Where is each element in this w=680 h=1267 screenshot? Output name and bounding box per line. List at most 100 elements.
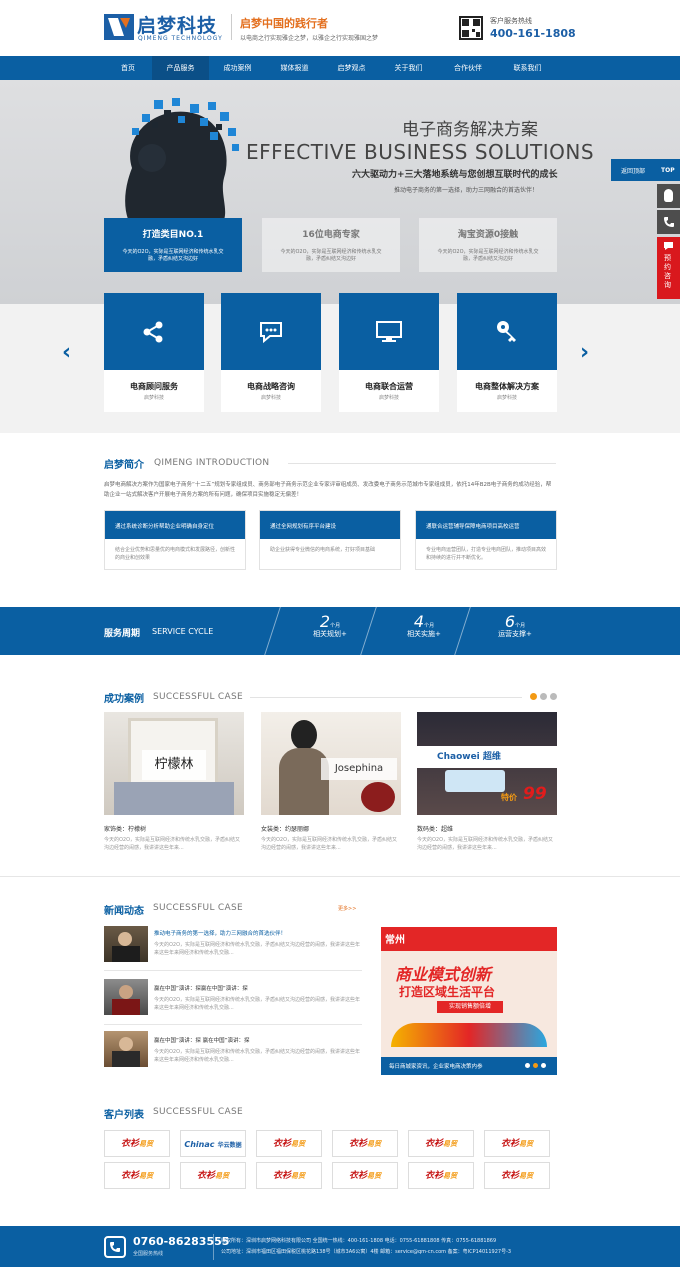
news-item-desc: 今天的O2O，实际是互联网经济和传统水乳交融，矛盾纠结又沟边经营的闹感，我讲讲这…	[154, 942, 361, 956]
news-more-link[interactable]: 更多>>	[338, 905, 356, 912]
hero-title: 电子商务解决方案	[402, 120, 538, 140]
banner-dot[interactable]	[533, 1063, 538, 1068]
client-logo[interactable]: 衣衫易贸	[256, 1130, 322, 1157]
slogan-subtitle: 以电商之行实现雅企之梦，以雅企之行实现雅国之梦	[240, 35, 379, 42]
news-title: 新闻动态	[104, 906, 144, 917]
service-card[interactable]: 电商战略咨询 启梦科技	[221, 293, 321, 412]
news-divider	[104, 1024, 362, 1025]
hero-card[interactable]: 16位电商专家 今天的O2O，实际是互联网经济和传统水乳交融，矛盾纠结又沟边好	[262, 218, 400, 272]
site-footer	[0, 1226, 680, 1267]
client-logo[interactable]: 衣衫易贸	[408, 1162, 474, 1189]
news-thumbnail[interactable]	[104, 926, 148, 962]
news-item-title[interactable]: 推动电子商务的第一选择，助力三网融合的首选伙伴！	[154, 929, 286, 937]
logo-name[interactable]: 启梦科技	[137, 11, 217, 38]
reserve-consult-button[interactable]: 预约咨询	[657, 237, 680, 299]
client-logo[interactable]: 衣衫易贸	[484, 1130, 550, 1157]
case-category[interactable]: 女装类：约瑟丽娜	[261, 824, 309, 833]
prev-arrow-icon[interactable]: ‹	[62, 340, 71, 365]
service-card-banner	[339, 293, 439, 370]
hero-card[interactable]: 打造类目NO.1 今天的O2O，实际是互联网经济和传统水乳交融，矛盾纠结又沟边好	[104, 218, 242, 272]
cycle-step-label: 运营支撑+	[498, 630, 532, 638]
monitor-icon	[376, 321, 402, 342]
hero-subtitle: 六大驱动力+三大落地系统与您创想互联时代的成长	[352, 170, 558, 180]
news-item-title[interactable]: 赢在中国”演讲：探 赢在中国”演讲：探	[154, 1036, 249, 1044]
footer-copyright: 版权所有：深圳市启梦网络科技有限公司 全国统一热线：400-161-1808 电…	[221, 1238, 497, 1244]
nav-products[interactable]: 产品服务	[152, 56, 209, 80]
footer-divider	[213, 1234, 214, 1260]
hero-tagline: 推动电子商务的第一选择，助力三网融合的首选伙伴！	[394, 187, 539, 194]
case-image[interactable]: Josephina	[261, 712, 401, 815]
banner-dot[interactable]	[541, 1063, 546, 1068]
phone-side-icon[interactable]	[657, 210, 680, 234]
client-logo[interactable]: 衣衫易贸	[332, 1130, 398, 1157]
feature-body: 结合企业优势和思量优的电商模式和发展路径，创新性的商业和创效果	[115, 547, 236, 561]
news-thumbnail[interactable]	[104, 979, 148, 1015]
back-to-top-bar[interactable]: 返回顶部 TOP	[611, 159, 680, 181]
hero-card[interactable]: 淘宝资源0接触 今天的O2O，实际是互联网经济和传统水乳交融，矛盾纠结又沟边好	[419, 218, 557, 272]
case-category[interactable]: 家饰类：柠檬树	[104, 824, 146, 833]
client-logo[interactable]: 衣衫易贸	[104, 1162, 170, 1189]
service-card[interactable]: 电商整体解决方案 启梦科技	[457, 293, 557, 412]
news-thumbnail[interactable]	[104, 1031, 148, 1067]
news-item-title[interactable]: 赢在中国”演讲：探赢在中国”演讲：探	[154, 984, 248, 992]
nav-cases[interactable]: 成功案例	[209, 56, 266, 80]
top-button[interactable]: TOP	[661, 167, 675, 174]
back-to-top-label: 返回顶部	[621, 168, 646, 175]
nav-home[interactable]: 首页	[104, 56, 152, 80]
nav-views[interactable]: 启梦观点	[323, 56, 380, 80]
site-header: 启梦科技 QIMENG TECHNOLOGY 启梦中国的践行者 以电商之行实现雅…	[0, 0, 680, 56]
qq-icon[interactable]	[657, 184, 680, 208]
next-arrow-icon[interactable]: ›	[580, 340, 589, 365]
case-image[interactable]: Chaowei 超维 特价 99	[417, 712, 557, 815]
logo-divider	[231, 14, 232, 40]
client-logo[interactable]: 衣衫易贸	[408, 1130, 474, 1157]
carousel-dot[interactable]	[550, 693, 557, 700]
client-logo[interactable]: 衣衫易贸	[484, 1162, 550, 1189]
logo-icon[interactable]	[104, 14, 134, 40]
feature-heading: 通过全网规划有序平台建设	[260, 511, 400, 539]
case-image[interactable]: 柠檬林	[104, 712, 244, 815]
banner-top-strip	[381, 927, 557, 951]
carousel-dot[interactable]	[530, 693, 537, 700]
intro-title: 启梦简介	[104, 460, 144, 471]
main-nav: 首页 产品服务 成功案例 媒体报道 启梦观点 关于我们 合作伙伴 联系我们	[0, 56, 680, 80]
slogan: 启梦中国的践行者	[240, 17, 328, 30]
service-card-banner	[221, 293, 321, 370]
banner-caption: 每日商城家资讯，企业家电商决策内参	[389, 1064, 483, 1070]
case-description: 今天的O2O，实际是互联网经济和传统水乳交融，矛盾纠结又沟边经营的闹感，我讲讲这…	[261, 837, 398, 851]
price-tag: 特价	[501, 793, 517, 802]
client-logo[interactable]: 衣衫易贸	[256, 1162, 322, 1189]
price-value: 99	[523, 784, 547, 804]
client-logo[interactable]: Chinac 华云数据	[180, 1130, 246, 1157]
service-card-banner	[104, 293, 204, 370]
nav-media[interactable]: 媒体报道	[266, 56, 323, 80]
nav-contact[interactable]: 联系我们	[499, 56, 556, 80]
client-logo[interactable]: 衣衫易贸	[180, 1162, 246, 1189]
case-brand: 柠檬林	[142, 750, 206, 780]
client-logo[interactable]: 衣衫易贸	[332, 1162, 398, 1189]
pattern-shape	[361, 782, 395, 812]
service-card[interactable]: 电商联合运营 启梦科技	[339, 293, 439, 412]
clients-title-en: SUCCESSFUL CASE	[153, 1107, 243, 1117]
case-category[interactable]: 数码类：超维	[417, 824, 453, 833]
news-banner[interactable]: 常州 商业模式创新 打造区域生活平台 实现销售额倍增 每日商城家资讯，企业家电商…	[381, 927, 557, 1075]
carousel-dot[interactable]	[540, 693, 547, 700]
service-title: 电商整体解决方案	[475, 382, 539, 391]
banner-dot[interactable]	[525, 1063, 530, 1068]
feature-card: 通联合运营辅导保障电商项目高校运营 专业电商运营团队，打造专业电商团队，推动项目…	[415, 510, 557, 570]
clock-shape	[445, 770, 505, 792]
phone-icon	[104, 1236, 126, 1258]
client-logo[interactable]: 衣衫易贸	[104, 1130, 170, 1157]
cycle-step-label: 相关规划+	[313, 630, 347, 638]
section-divider	[288, 463, 556, 464]
qr-code-icon	[459, 16, 483, 40]
hero-card-title: 打造类目NO.1	[142, 230, 204, 240]
nav-partners[interactable]: 合作伙伴	[437, 56, 499, 80]
intro-text: 启梦电商解决方案作为国家电子商务“十二五”规划专家组成员、商务部电子商务示范企业…	[104, 482, 552, 498]
hero-card-desc: 今天的O2O，实际是互联网经济和传统水乳交融，矛盾纠结又沟边好	[122, 249, 224, 262]
feature-heading: 通联合运营辅导保障电商项目高校运营	[416, 511, 556, 539]
section-divider	[250, 697, 522, 698]
service-card[interactable]: 电商顾问服务 启梦科技	[104, 293, 204, 412]
cases-title-en: SUCCESSFUL CASE	[153, 692, 243, 702]
nav-about[interactable]: 关于我们	[380, 56, 437, 80]
